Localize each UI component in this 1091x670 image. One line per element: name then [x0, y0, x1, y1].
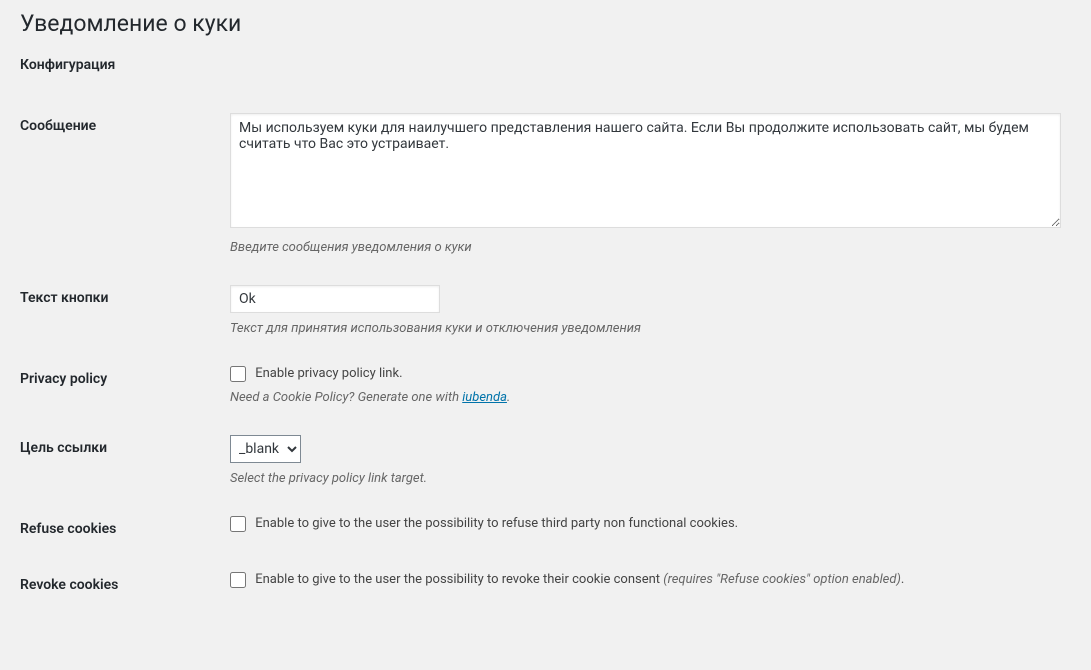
privacy-policy-desc-prefix: Need a Cookie Policy? Generate one with: [230, 390, 462, 405]
button-text-description: Текст для принятия использования куки и …: [230, 321, 1061, 336]
message-label: Сообщение: [20, 98, 220, 270]
revoke-cookies-suffix: .: [901, 573, 904, 588]
message-textarea[interactable]: Мы используем куки для наилучшего предст…: [230, 113, 1061, 228]
page-title: Уведомление о куки: [20, 10, 1071, 37]
link-target-description: Select the privacy policy link target.: [230, 471, 1061, 486]
message-description: Введите сообщения уведомления о куки: [230, 240, 1061, 255]
refuse-cookies-checkbox[interactable]: [230, 516, 246, 532]
privacy-policy-desc-suffix: .: [507, 390, 510, 405]
revoke-cookies-text: Enable to give to the user the possibili…: [255, 573, 663, 588]
revoke-cookies-label: Revoke cookies: [20, 557, 220, 613]
button-text-input[interactable]: [230, 285, 440, 313]
privacy-policy-checkbox-label: Enable privacy policy link.: [255, 367, 402, 382]
revoke-cookies-checkbox[interactable]: [230, 572, 246, 588]
privacy-policy-checkbox[interactable]: [230, 366, 246, 382]
revoke-cookies-checkbox-label: Enable to give to the user the possibili…: [255, 573, 904, 588]
link-target-label: Цель ссылки: [20, 420, 220, 501]
refuse-cookies-label: Refuse cookies: [20, 501, 220, 557]
refuse-cookies-checkbox-label: Enable to give to the user the possibili…: [255, 517, 738, 532]
revoke-cookies-note: (requires "Refuse cookies" option enable…: [663, 573, 901, 588]
iubenda-link[interactable]: iubenda: [462, 390, 507, 405]
link-target-select[interactable]: _blank: [230, 435, 301, 463]
section-title: Конфигурация: [20, 57, 1071, 73]
settings-form-table: Сообщение Мы используем куки для наилучш…: [20, 98, 1071, 613]
button-text-label: Текст кнопки: [20, 270, 220, 351]
privacy-policy-label: Privacy policy: [20, 351, 220, 420]
privacy-policy-description: Need a Cookie Policy? Generate one with …: [230, 390, 1061, 405]
